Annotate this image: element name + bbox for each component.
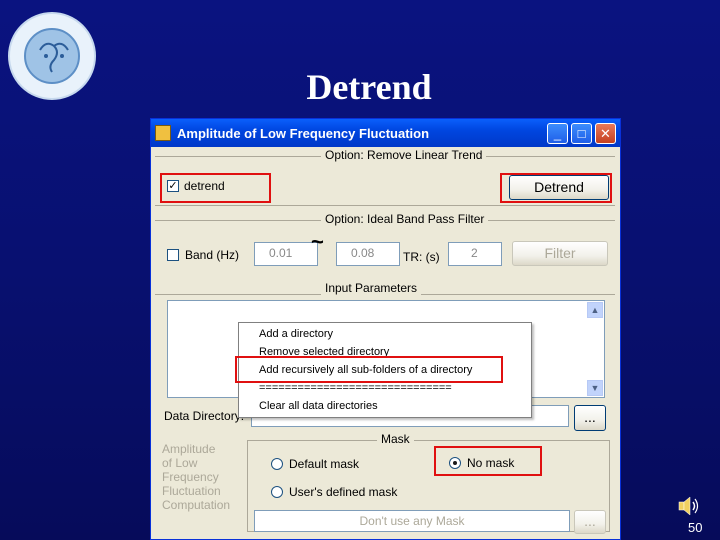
detrend-group-frame-bottom [155,205,615,206]
tr-label: TR: (s) [403,250,440,264]
menu-separator: ============================== [259,382,452,394]
maximize-button[interactable]: □ [571,123,592,144]
default-mask-radio[interactable] [271,458,283,470]
detrend-checkbox-highlight [160,173,271,203]
computation-label-line: Fluctuation [162,484,221,498]
list-scroll-up-icon[interactable]: ▲ [587,302,603,318]
detrend-button-highlight [500,173,612,203]
filter-button[interactable]: Filter [512,241,608,266]
close-button[interactable]: ✕ [595,123,616,144]
computation-label-line: Computation [162,498,231,512]
data-directory-label: Data Directory: [164,409,245,423]
list-scroll-down-icon[interactable]: ▼ [587,380,603,396]
input-group-label: Input Parameters [321,281,422,295]
no-mask-highlight [434,446,542,476]
mask-browse-button[interactable]: ... [574,510,606,534]
detrend-group-label: Option: Remove Linear Trend [321,148,487,162]
band-low-field[interactable]: 0.01 [254,242,318,266]
page-number: 50 [688,520,703,535]
mask-file-field[interactable]: Don't use any Mask [254,510,570,532]
data-directory-browse-button[interactable]: ... [574,405,606,431]
app-icon [155,125,171,141]
title-bar[interactable]: Amplitude of Low Frequency Fluctuation _… [151,119,620,147]
add-recursive-highlight [235,356,503,383]
band-tilde: ~ [311,229,324,254]
window-title: Amplitude of Low Frequency Fluctuation [177,126,430,141]
computation-label-line: of Low [162,456,198,470]
band-label: Band (Hz) [185,248,240,262]
slide-title: Detrend [306,67,432,107]
computation-label-line: Frequency [162,470,219,484]
speaker-icon[interactable] [676,494,700,518]
minimize-button[interactable]: _ [547,123,568,144]
mask-group-label: Mask [377,432,414,446]
menu-item-add-directory[interactable]: Add a directory [259,328,333,340]
user-mask-label: User's defined mask [289,485,398,499]
band-checkbox[interactable] [167,249,179,261]
alff-window: Amplitude of Low Frequency Fluctuation _… [150,118,621,540]
computation-label-line: Amplitude [162,442,216,456]
tr-field[interactable]: 2 [448,242,502,266]
menu-item-clear-directories[interactable]: Clear all data directories [259,400,378,412]
filter-group-label: Option: Ideal Band Pass Filter [321,212,489,226]
default-mask-label: Default mask [289,457,360,471]
computation-label: Amplitude of Low Frequency Fluctuation C… [162,442,230,512]
user-mask-radio[interactable] [271,486,283,498]
band-high-field[interactable]: 0.08 [336,242,400,266]
